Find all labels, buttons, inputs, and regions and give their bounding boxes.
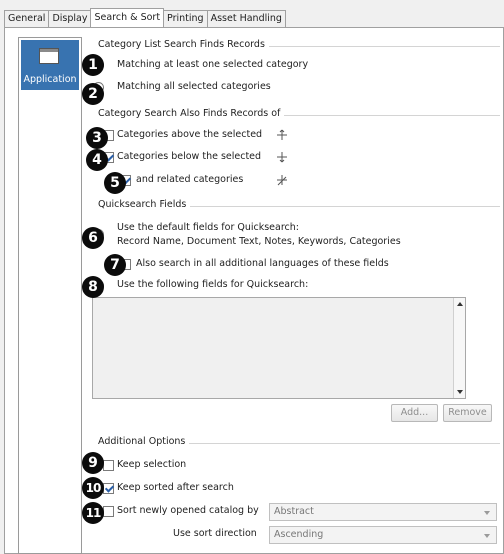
callout-badge: 8 bbox=[82, 276, 104, 298]
categories-above-label: Categories above the selected bbox=[117, 129, 263, 140]
tab-bar: General Display Search & Sort Printing A… bbox=[4, 8, 286, 27]
related-categories-label: and related categories bbox=[136, 174, 244, 185]
add-button[interactable]: Add... bbox=[391, 404, 438, 422]
category-search-legend: Category Search Also Finds Records of bbox=[98, 108, 285, 119]
callout-badge: 1 bbox=[82, 54, 104, 76]
sort-catalog-checkbox[interactable] bbox=[103, 506, 114, 517]
additional-options-group: Additional Options bbox=[98, 436, 500, 447]
category-search-group: Category Search Also Finds Records of bbox=[98, 108, 500, 119]
tab-search-sort[interactable]: Search & Sort bbox=[90, 8, 165, 27]
sort-by-select[interactable]: Abstract bbox=[269, 503, 497, 521]
categories-below-label: Categories below the selected bbox=[117, 151, 262, 162]
tab-display[interactable]: Display bbox=[48, 10, 92, 27]
callout-badge: 6 bbox=[82, 227, 104, 249]
category-list-legend: Category List Search Finds Records bbox=[98, 39, 269, 50]
callout-badge: 7 bbox=[104, 254, 126, 276]
tab-printing[interactable]: Printing bbox=[163, 10, 208, 27]
additional-languages-label: Also search in all additional languages … bbox=[136, 258, 389, 269]
default-fields-list: Record Name, Document Text, Notes, Keywo… bbox=[117, 236, 401, 247]
callout-badge: 10 bbox=[82, 477, 104, 499]
tree-related-icon bbox=[277, 175, 287, 186]
callout-badge: 9 bbox=[82, 452, 104, 474]
keep-sorted-checkbox[interactable] bbox=[103, 483, 114, 494]
keep-sorted-label: Keep sorted after search bbox=[117, 482, 234, 493]
default-fields-label: Use the default fields for Quicksearch: bbox=[117, 222, 299, 233]
tree-up-icon bbox=[277, 129, 287, 140]
quicksearch-legend: Quicksearch Fields bbox=[98, 199, 191, 210]
sidebar-item-application[interactable]: Application bbox=[21, 40, 79, 90]
tab-asset-handling[interactable]: Asset Handling bbox=[206, 10, 286, 27]
quicksearch-group: Quicksearch Fields bbox=[98, 199, 500, 210]
callout-badge: 11 bbox=[82, 502, 104, 524]
quicksearch-fields-list[interactable] bbox=[92, 297, 466, 399]
scroll-down-icon[interactable] bbox=[457, 390, 463, 394]
callout-badge: 4 bbox=[86, 149, 108, 171]
callout-badge: 3 bbox=[86, 127, 108, 149]
category-list-group: Category List Search Finds Records bbox=[98, 39, 500, 50]
tree-down-icon bbox=[277, 152, 287, 163]
following-fields-label: Use the following fields for Quicksearch… bbox=[117, 279, 309, 290]
keep-selection-checkbox[interactable] bbox=[103, 460, 114, 471]
remove-button[interactable]: Remove bbox=[443, 404, 492, 422]
tab-general[interactable]: General bbox=[4, 10, 50, 27]
sort-catalog-label: Sort newly opened catalog by bbox=[117, 505, 259, 516]
additional-options-legend: Additional Options bbox=[98, 436, 190, 447]
scroll-up-icon[interactable] bbox=[457, 302, 463, 306]
sidebar-item-label: Application bbox=[23, 74, 77, 85]
keep-selection-label: Keep selection bbox=[117, 459, 187, 470]
sort-direction-select[interactable]: Ascending bbox=[269, 526, 497, 544]
list-scrollbar[interactable] bbox=[453, 298, 465, 398]
callout-badge: 2 bbox=[82, 83, 104, 105]
application-window-icon bbox=[39, 48, 59, 64]
matching-at-least-one-label: Matching at least one selected category bbox=[117, 59, 309, 70]
sort-direction-label: Use sort direction bbox=[173, 528, 257, 539]
callout-badge: 5 bbox=[104, 172, 126, 194]
matching-all-label: Matching all selected categories bbox=[117, 81, 271, 92]
preference-sidebar: Application bbox=[18, 37, 82, 554]
